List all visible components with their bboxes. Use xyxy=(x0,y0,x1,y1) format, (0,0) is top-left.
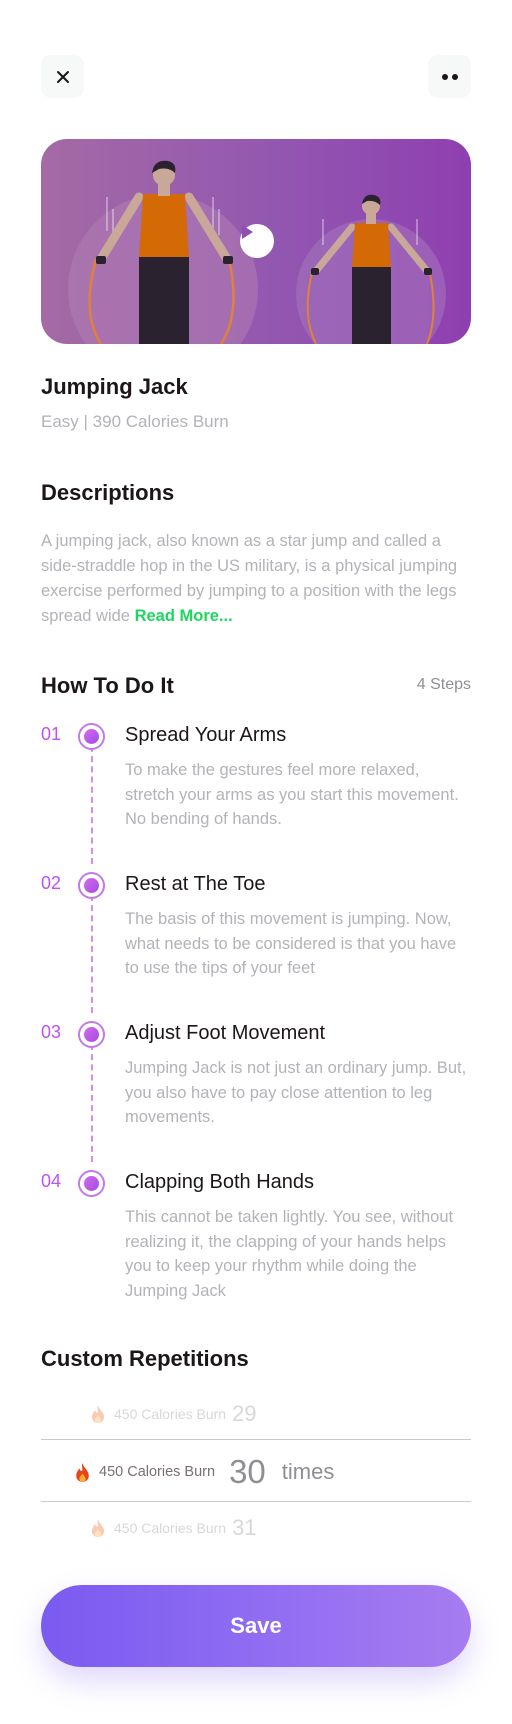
repetition-calories: 450 Calories Burn xyxy=(114,1520,227,1536)
step-marker xyxy=(78,872,105,899)
repetition-option[interactable]: 450 Calories Burn 31 xyxy=(0,1514,512,1542)
save-button[interactable]: Save xyxy=(41,1585,471,1667)
flame-icon xyxy=(76,1462,89,1482)
description-body: A jumping jack, also known as a star jum… xyxy=(41,532,458,625)
repetition-value: 29 xyxy=(232,1401,257,1426)
step-connector xyxy=(91,746,93,864)
step-connector xyxy=(91,1044,93,1162)
step-marker xyxy=(78,1170,105,1197)
repetitions-heading: Custom Repetitions xyxy=(41,1346,249,1371)
play-icon xyxy=(242,225,253,239)
flame-icon xyxy=(92,1519,104,1537)
step-number: 03 xyxy=(41,1022,62,1042)
step-marker xyxy=(78,723,105,750)
step-description: The basis of this movement is jumping. N… xyxy=(125,910,457,977)
step-number: 01 xyxy=(41,724,62,744)
steps-count: 4 Steps xyxy=(416,676,471,693)
repetition-calories: 450 Calories Burn xyxy=(99,1464,216,1480)
repetition-unit: times xyxy=(281,1459,335,1484)
step-description: Jumping Jack is not just an ordinary jum… xyxy=(125,1059,467,1126)
step-title: Spread Your Arms xyxy=(125,724,287,746)
more-dots-icon xyxy=(441,73,458,80)
picker-divider xyxy=(41,1501,471,1502)
picker-divider xyxy=(41,1439,471,1440)
how-to-heading: How To Do It xyxy=(41,673,174,698)
more-options-button[interactable] xyxy=(428,55,471,98)
workout-subtitle: Easy | 390 Calories Burn xyxy=(41,412,229,431)
step-number: 04 xyxy=(41,1171,62,1191)
descriptions-heading: Descriptions xyxy=(41,480,175,505)
workout-title: Jumping Jack xyxy=(41,374,188,399)
step-title: Rest at The Toe xyxy=(125,873,266,895)
step-description: To make the gestures feel more relaxed, … xyxy=(125,761,459,828)
description-text: A jumping jack, also known as a star jum… xyxy=(41,529,476,629)
repetition-value: 31 xyxy=(232,1515,257,1540)
read-more-link[interactable]: Read More... xyxy=(135,607,233,625)
repetition-calories: 450 Calories Burn xyxy=(114,1406,227,1422)
close-button[interactable] xyxy=(41,55,84,98)
close-icon xyxy=(56,70,69,83)
repetition-value: 30 xyxy=(229,1453,266,1490)
play-button[interactable] xyxy=(240,224,274,258)
step-number: 02 xyxy=(41,873,62,893)
flame-icon xyxy=(92,1405,104,1423)
exercise-video-thumbnail[interactable] xyxy=(41,139,471,344)
repetition-option-selected[interactable]: 450 Calories Burn 30 times xyxy=(0,1452,512,1492)
repetition-option[interactable]: 450 Calories Burn 29 xyxy=(0,1400,512,1428)
step-marker xyxy=(78,1021,105,1048)
step-connector xyxy=(91,895,93,1013)
step-title: Clapping Both Hands xyxy=(125,1171,315,1193)
step-description: This cannot be taken lightly. You see, w… xyxy=(125,1208,454,1300)
step-title: Adjust Foot Movement xyxy=(125,1022,326,1044)
